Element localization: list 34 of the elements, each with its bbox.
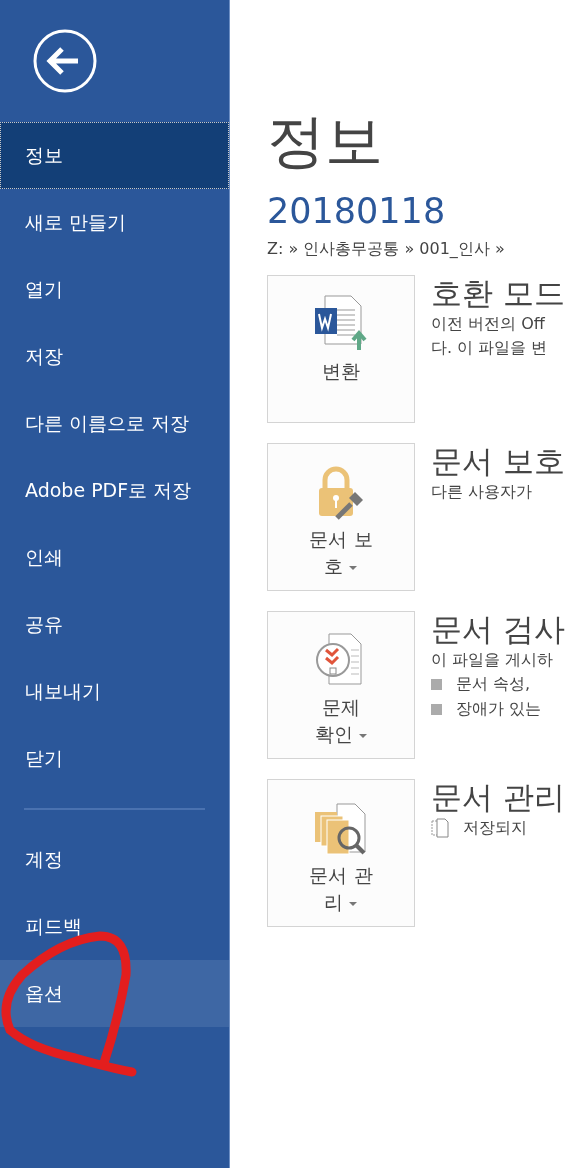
document-name: 20180118 [267,192,447,231]
menu-button[interactable]: 문서 관 리 [267,778,415,927]
sidebar-item[interactable]: 다른 이름으로 저장 [0,390,229,457]
section-heading: 문서 관리 [431,778,565,816]
list-item-text: 저장되지 [463,816,527,839]
description-text: 이 파일을 게시하 [431,648,554,671]
sidebar-item[interactable]: 옵션 [0,960,229,1027]
file-path: Z: » 인사총무공통 » 001_인사 » [267,237,506,260]
menu-button[interactable]: 문서 보 호 [267,442,415,591]
section-heading: 문서 보호 [431,442,565,480]
sidebar-item[interactable]: 피드백 [0,893,229,960]
bullet-icon [431,704,442,716]
menu-button[interactable]: 문제 확인 [267,610,415,759]
sidebar-item[interactable]: 새로 만들기 [0,189,229,256]
page-title: 정보 [267,112,384,170]
description-text: 이전 버전의 Off [431,312,545,335]
convert-button[interactable]: 변환 [267,274,415,423]
sidebar-item[interactable]: Adobe PDF로 저장 [0,457,229,524]
sidebar-item[interactable]: 정보 [0,122,229,189]
documents-icon [431,818,449,839]
section-heading: 호환 모드 [431,274,565,312]
sidebar-item[interactable]: 계정 [0,826,229,893]
sidebar-item[interactable]: 저장 [0,323,229,390]
description-text: 다른 사용자가 [431,480,533,503]
section-heading: 문서 검사 [431,610,565,648]
bullet-icon [431,679,442,691]
list-item-text: 장애가 있는 [456,698,542,721]
sidebar-item[interactable]: 닫기 [0,725,229,792]
sidebar-item[interactable]: 인쇄 [0,524,229,591]
sidebar-item[interactable]: 공유 [0,591,229,658]
sidebar-item[interactable]: 내보내기 [0,658,229,725]
list-item-text: 문서 속성, [456,673,531,696]
sidebar-item[interactable]: 열기 [0,256,229,323]
description-text: 다. 이 파일을 변 [431,337,548,360]
